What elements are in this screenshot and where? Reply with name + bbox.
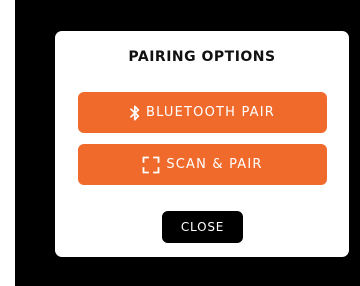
scan-frame-icon bbox=[142, 156, 160, 174]
pairing-options-dialog: PAIRING OPTIONS BLUETOOTH PAIR SCAN & PA… bbox=[55, 31, 349, 257]
dialog-title: PAIRING OPTIONS bbox=[128, 49, 276, 65]
bluetooth-pair-button[interactable]: BLUETOOTH PAIR bbox=[78, 92, 327, 133]
scan-and-pair-button[interactable]: SCAN & PAIR bbox=[78, 144, 327, 185]
app-backdrop: PAIRING OPTIONS BLUETOOTH PAIR SCAN & PA… bbox=[15, 0, 360, 286]
bluetooth-pair-label: BLUETOOTH PAIR bbox=[145, 105, 276, 120]
close-button[interactable]: CLOSE bbox=[162, 211, 243, 243]
scan-and-pair-label: SCAN & PAIR bbox=[166, 157, 263, 172]
bluetooth-icon bbox=[130, 105, 140, 121]
